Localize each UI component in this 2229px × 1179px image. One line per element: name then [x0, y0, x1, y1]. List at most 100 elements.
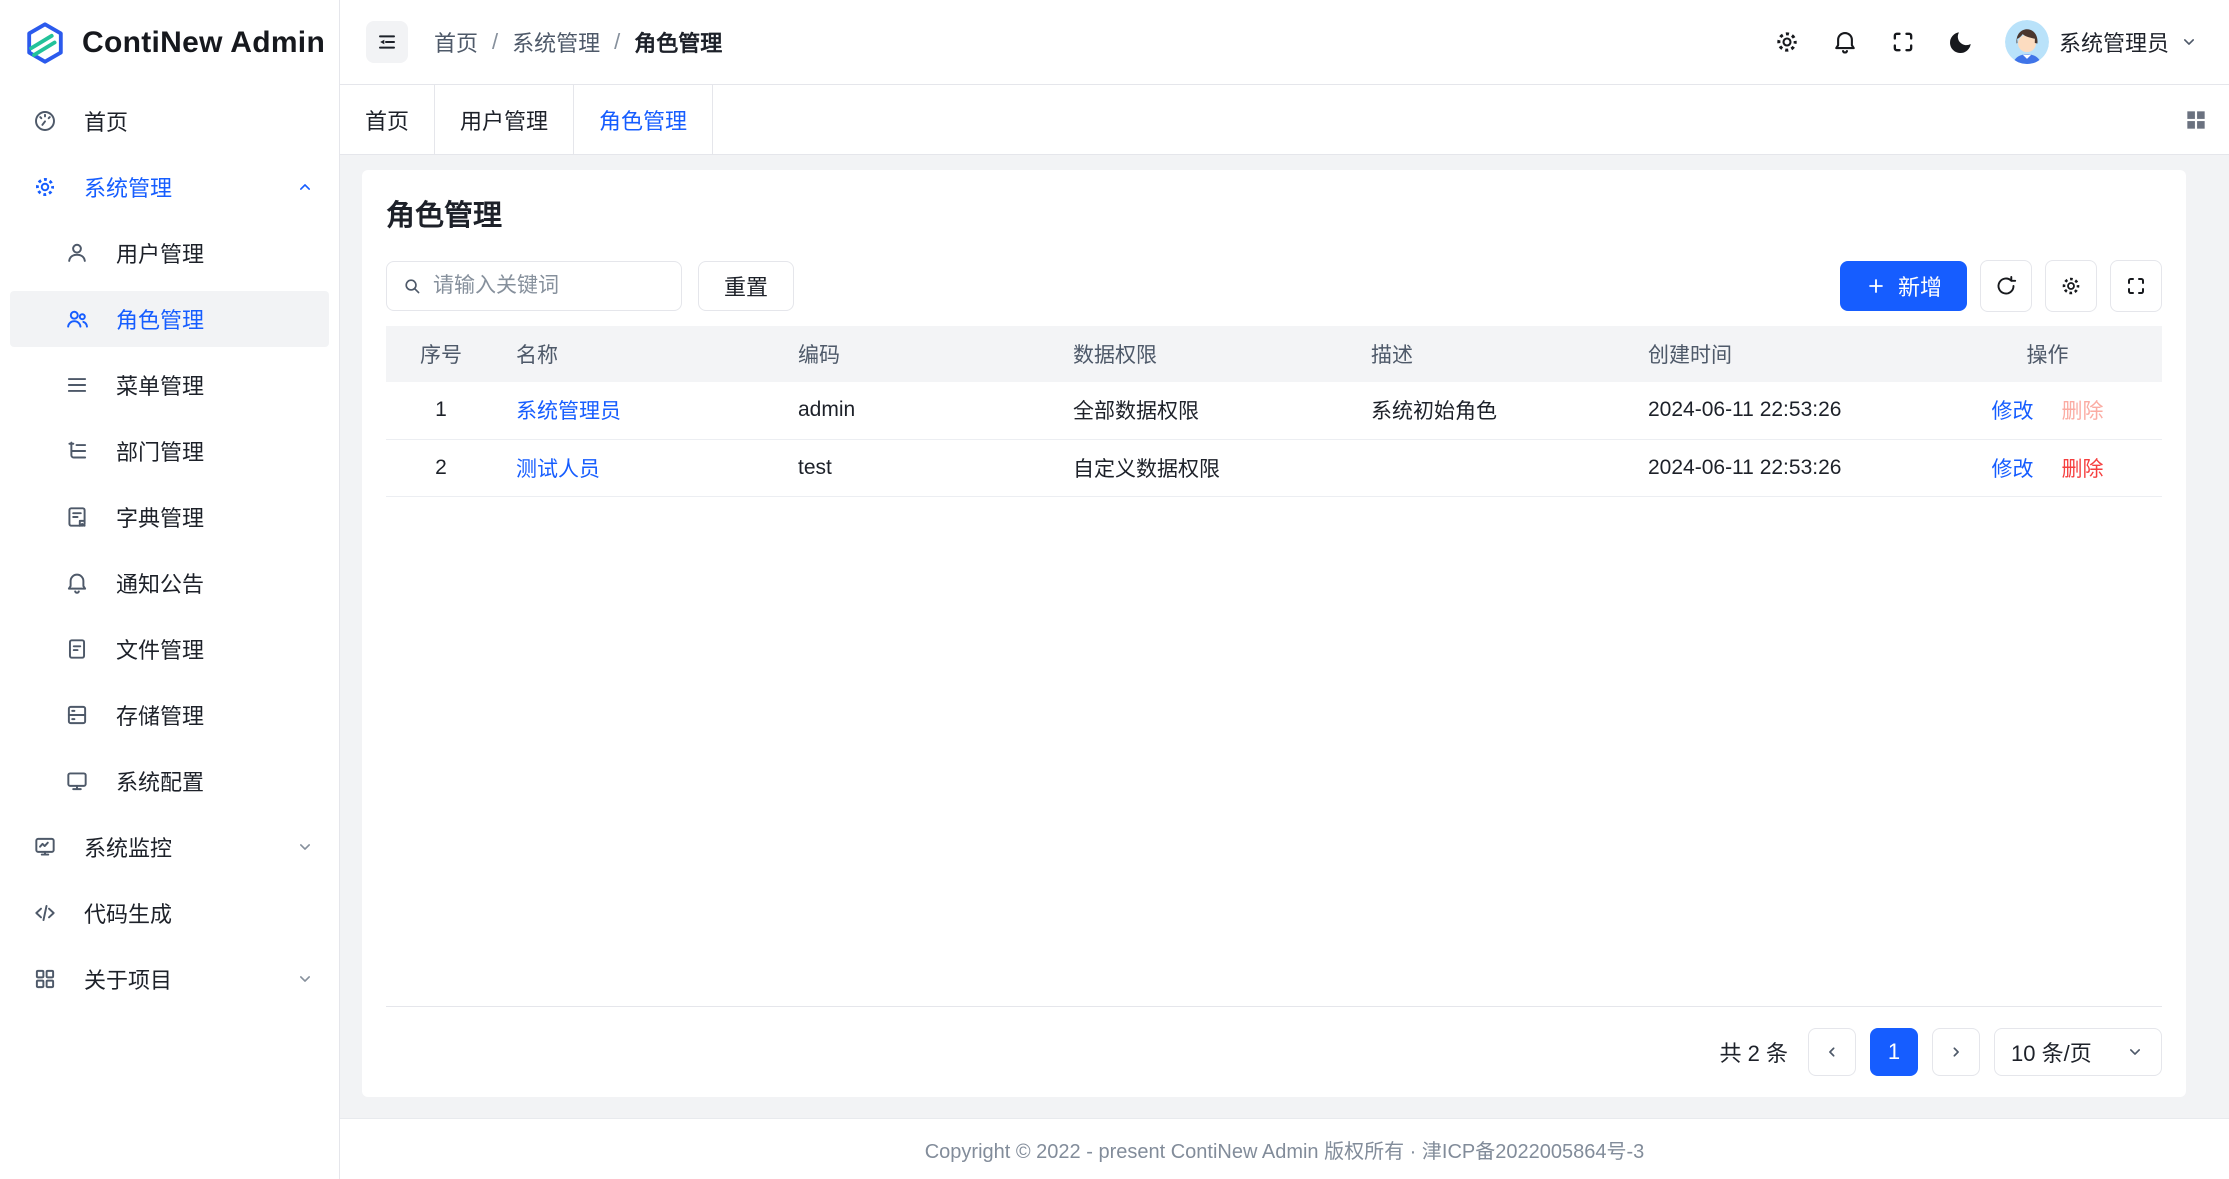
sidebar-item-label: 角色管理	[116, 303, 204, 335]
table-row: 2 测试人员 test 自定义数据权限 2024-06-11 22:53:26 …	[386, 439, 2162, 496]
sidebar-item-role-management[interactable]: 角色管理	[10, 291, 329, 347]
cell-desc	[1351, 439, 1628, 496]
sidebar-item-dict-management[interactable]: 字典管理	[10, 489, 329, 545]
sidebar-item-label: 文件管理	[116, 633, 204, 665]
pagination-total: 共 2 条	[1720, 1036, 1788, 1068]
sidebar-item-notice[interactable]: 通知公告	[10, 555, 329, 611]
sidebar-item-label: 首页	[84, 105, 128, 137]
cell-created: 2024-06-11 22:53:26	[1628, 382, 1933, 439]
tab-label: 用户管理	[460, 104, 548, 136]
app-logo-icon	[22, 20, 68, 66]
sidebar-collapse-button[interactable]	[366, 21, 408, 63]
fullscreen-icon[interactable]	[1889, 28, 1917, 56]
page-footer: Copyright © 2022 - present ContiNew Admi…	[340, 1118, 2229, 1179]
page-size-select[interactable]: 10 条/页	[1994, 1028, 2162, 1076]
cell-index: 2	[386, 439, 496, 496]
sidebar-item-label: 菜单管理	[116, 369, 204, 401]
tab-bar: 首页 用户管理 角色管理	[340, 85, 2229, 155]
app-logo-row[interactable]: ContiNew Admin	[0, 0, 339, 85]
user-menu[interactable]: 系统管理员	[2005, 20, 2199, 64]
page-content: 角色管理 重置 新增	[340, 155, 2229, 1118]
tab-home[interactable]: 首页	[340, 85, 435, 154]
toolbar-actions: 新增	[1840, 260, 2162, 312]
sidebar-item-label: 字典管理	[116, 501, 204, 533]
copyright-text: Copyright © 2022 - present ContiNew Admi…	[925, 1135, 1645, 1164]
column-header-index: 序号	[386, 326, 496, 382]
tab-actions-grid-icon[interactable]	[2183, 85, 2229, 154]
sidebar-item-system-management[interactable]: 系统管理	[10, 159, 329, 215]
search-input[interactable]	[433, 274, 667, 298]
table-empty-space	[386, 497, 2162, 1007]
delete-link[interactable]: 删除	[2062, 458, 2104, 481]
column-header-code: 编码	[778, 326, 1053, 382]
pagination-next-button[interactable]	[1932, 1028, 1980, 1076]
sidebar-item-label: 用户管理	[116, 237, 204, 269]
sidebar-item-menu-management[interactable]: 菜单管理	[10, 357, 329, 413]
cell-desc: 系统初始角色	[1351, 382, 1628, 439]
sidebar-item-system-monitor[interactable]: 系统监控	[10, 819, 329, 875]
user-icon	[64, 240, 90, 266]
column-header-scope: 数据权限	[1053, 326, 1351, 382]
gear-icon	[32, 174, 58, 200]
tab-user-management[interactable]: 用户管理	[435, 85, 574, 154]
breadcrumb: 首页 / 系统管理 / 角色管理	[434, 26, 722, 58]
bell-icon	[64, 570, 90, 596]
main-area: 首页 / 系统管理 / 角色管理	[340, 0, 2229, 1179]
sidebar-item-label: 系统管理	[84, 171, 172, 203]
page-title: 角色管理	[386, 192, 2162, 234]
dark-mode-moon-icon[interactable]	[1947, 28, 1975, 56]
dashboard-icon	[32, 108, 58, 134]
refresh-button[interactable]	[1980, 260, 2032, 312]
user-group-icon	[64, 306, 90, 332]
tab-label: 角色管理	[599, 104, 687, 136]
modify-link[interactable]: 修改	[1992, 458, 2034, 481]
role-name-link[interactable]: 系统管理员	[516, 400, 621, 423]
sidebar-menu: 首页 系统管理 用户管理	[0, 85, 339, 1017]
search-icon	[401, 275, 423, 297]
sidebar-item-system-config[interactable]: 系统配置	[10, 753, 329, 809]
settings-icon[interactable]	[1773, 28, 1801, 56]
tab-label: 首页	[365, 104, 409, 136]
sidebar-item-storage-management[interactable]: 存储管理	[10, 687, 329, 743]
notification-bell-icon[interactable]	[1831, 28, 1859, 56]
tab-role-management[interactable]: 角色管理	[574, 85, 713, 154]
add-button[interactable]: 新增	[1840, 261, 1967, 311]
sidebar-item-user-management[interactable]: 用户管理	[10, 225, 329, 281]
column-settings-button[interactable]	[2045, 260, 2097, 312]
file-icon	[64, 636, 90, 662]
reset-button[interactable]: 重置	[698, 261, 794, 311]
storage-icon	[64, 702, 90, 728]
cell-scope: 自定义数据权限	[1053, 439, 1351, 496]
breadcrumb-item-home[interactable]: 首页	[434, 26, 478, 58]
pagination-page-1[interactable]: 1	[1870, 1028, 1918, 1076]
add-button-label: 新增	[1898, 270, 1942, 302]
page-size-value: 10 条/页	[2011, 1036, 2092, 1068]
monitor-chart-icon	[32, 834, 58, 860]
breadcrumb-separator: /	[492, 29, 498, 55]
avatar	[2005, 20, 2049, 64]
top-bar: 首页 / 系统管理 / 角色管理	[340, 0, 2229, 85]
sidebar-item-about-project[interactable]: 关于项目	[10, 951, 329, 1007]
tree-icon	[64, 438, 90, 464]
chevron-up-icon	[295, 177, 315, 197]
modify-link[interactable]: 修改	[1992, 400, 2034, 423]
sidebar-item-code-generation[interactable]: 代码生成	[10, 885, 329, 941]
sidebar-item-home[interactable]: 首页	[10, 93, 329, 149]
sidebar-item-dept-management[interactable]: 部门管理	[10, 423, 329, 479]
pagination: 共 2 条 1 10 条/页	[386, 1007, 2162, 1097]
role-management-card: 角色管理 重置 新增	[362, 170, 2186, 1097]
search-box[interactable]	[386, 261, 682, 311]
column-header-name: 名称	[496, 326, 778, 382]
breadcrumb-item-system[interactable]: 系统管理	[512, 26, 600, 58]
delete-link[interactable]: 删除	[2062, 400, 2104, 423]
role-name-link[interactable]: 测试人员	[516, 458, 600, 481]
column-header-actions: 操作	[1933, 326, 2162, 382]
column-header-created: 创建时间	[1628, 326, 1933, 382]
sidebar-item-file-management[interactable]: 文件管理	[10, 621, 329, 677]
cell-code: test	[778, 439, 1053, 496]
top-bar-actions: 系统管理员	[1773, 20, 2199, 64]
table-fullscreen-button[interactable]	[2110, 260, 2162, 312]
sidebar-item-label: 系统配置	[116, 765, 204, 797]
pagination-prev-button[interactable]	[1808, 1028, 1856, 1076]
sidebar-item-label: 通知公告	[116, 567, 204, 599]
